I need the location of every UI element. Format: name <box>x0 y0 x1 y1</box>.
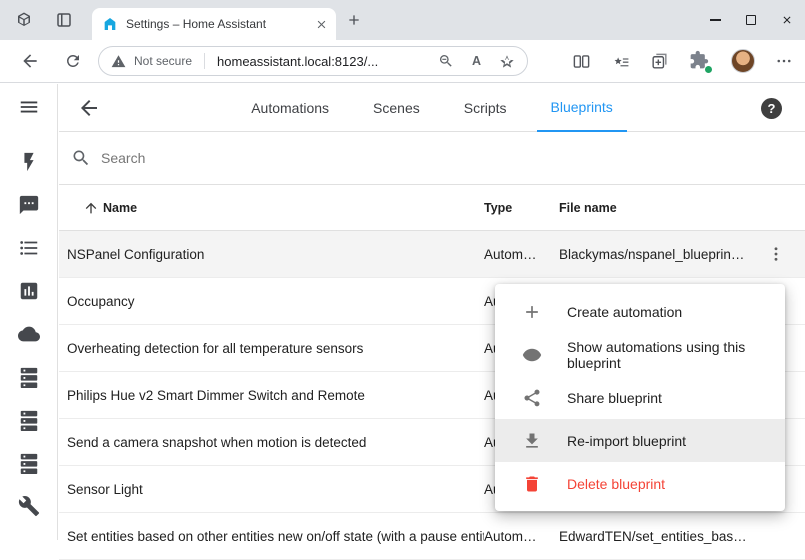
home-assistant-favicon <box>102 16 118 32</box>
server-icon[interactable] <box>17 451 41 475</box>
energy-icon[interactable] <box>17 150 41 174</box>
extension-icon[interactable] <box>689 50 711 72</box>
history-icon[interactable] <box>17 279 41 303</box>
row-name: Sensor Light <box>67 482 484 497</box>
ha-tab-bar: Automations Scenes Scripts Blueprints <box>59 84 805 132</box>
ha-appbar: Automations Scenes Scripts Blueprints ? <box>59 84 805 132</box>
row-file: Blackymas/nspanel_blueprin… <box>559 247 754 262</box>
workspaces-icon[interactable] <box>12 8 36 32</box>
url-text: homeassistant.local:8123/... <box>217 54 420 69</box>
row-name: Set entities based on other entities new… <box>67 529 484 544</box>
row-type: Autom… <box>484 529 559 544</box>
eye-icon <box>522 345 542 365</box>
ha-sidebar <box>0 84 58 540</box>
table-header: Name Type File name <box>59 185 805 231</box>
tab-close-icon[interactable] <box>315 18 328 31</box>
browser-toolbar: Not secure homeassistant.local:8123/... … <box>0 40 805 83</box>
security-label[interactable]: Not secure <box>134 54 192 68</box>
profile-avatar[interactable] <box>731 49 755 73</box>
row-name: Send a camera snapshot when motion is de… <box>67 435 484 450</box>
close-button[interactable] <box>769 0 805 40</box>
browser-tabstrip: Settings – Home Assistant <box>0 0 805 40</box>
tab-automations[interactable]: Automations <box>237 84 343 132</box>
blueprint-context-menu: Create automation Show automations using… <box>495 284 785 511</box>
menu-item-delete-blueprint[interactable]: Delete blueprint <box>495 462 785 505</box>
address-bar[interactable]: Not secure homeassistant.local:8123/... … <box>98 46 528 76</box>
row-name: NSPanel Configuration <box>67 247 484 262</box>
refresh-button[interactable] <box>64 52 82 70</box>
row-overflow-menu-icon[interactable] <box>764 242 788 266</box>
collections-icon[interactable] <box>650 52 669 71</box>
download-icon <box>522 431 542 451</box>
row-name: Overheating detection for all temperatur… <box>67 341 484 356</box>
assist-icon[interactable] <box>17 193 41 217</box>
row-type: Autom… <box>484 247 559 262</box>
read-aloud-icon[interactable]: A <box>472 54 481 68</box>
zoom-out-icon[interactable] <box>438 53 454 69</box>
minimize-button[interactable] <box>697 0 733 40</box>
more-icon[interactable] <box>775 52 793 70</box>
page-content: Automations Scenes Scripts Blueprints ? … <box>0 84 805 540</box>
server-icon[interactable] <box>17 365 41 389</box>
table-row[interactable]: NSPanel Configuration Autom… Blackymas/n… <box>59 231 805 278</box>
developer-tools-icon[interactable] <box>17 494 41 518</box>
menu-icon[interactable] <box>17 95 41 119</box>
browser-tab[interactable]: Settings – Home Assistant <box>92 8 336 40</box>
address-divider <box>204 53 205 69</box>
share-icon <box>522 388 542 408</box>
new-tab-button[interactable] <box>346 12 362 28</box>
menu-item-show-automations[interactable]: Show automations using this blueprint <box>495 333 785 376</box>
plus-icon <box>522 302 542 322</box>
maximize-button[interactable] <box>733 0 769 40</box>
server-icon[interactable] <box>17 408 41 432</box>
row-name: Occupancy <box>67 294 484 309</box>
tab-actions-icon[interactable] <box>52 8 76 32</box>
split-screen-icon[interactable] <box>572 52 591 71</box>
column-header-type[interactable]: Type <box>484 201 559 215</box>
menu-item-reimport-blueprint[interactable]: Re-import blueprint <box>495 419 785 462</box>
column-header-name[interactable]: Name <box>83 200 484 216</box>
help-icon[interactable]: ? <box>761 98 782 119</box>
extension-status-badge <box>704 65 713 74</box>
menu-item-share-blueprint[interactable]: Share blueprint <box>495 376 785 419</box>
table-row[interactable]: Set entities based on other entities new… <box>59 513 805 560</box>
search-icon <box>71 148 91 168</box>
delete-icon <box>522 474 542 494</box>
search-row <box>59 132 805 185</box>
warning-icon <box>111 54 126 69</box>
column-header-file[interactable]: File name <box>559 201 754 215</box>
bookmark-star-icon[interactable] <box>499 53 515 69</box>
todo-list-icon[interactable] <box>17 236 41 260</box>
tab-scenes[interactable]: Scenes <box>359 84 434 132</box>
row-name: Philips Hue v2 Smart Dimmer Switch and R… <box>67 388 484 403</box>
favorites-icon[interactable] <box>611 52 630 71</box>
menu-item-create-automation[interactable]: Create automation <box>495 290 785 333</box>
cloud-icon[interactable] <box>17 322 41 346</box>
tab-scripts[interactable]: Scripts <box>450 84 521 132</box>
sort-arrow-icon <box>83 200 99 216</box>
back-button[interactable] <box>20 51 40 71</box>
row-file: EdwardTEN/set_entities_bas… <box>559 529 754 544</box>
tab-blueprints[interactable]: Blueprints <box>537 84 627 132</box>
tab-title: Settings – Home Assistant <box>126 17 311 31</box>
search-input[interactable] <box>101 150 421 166</box>
